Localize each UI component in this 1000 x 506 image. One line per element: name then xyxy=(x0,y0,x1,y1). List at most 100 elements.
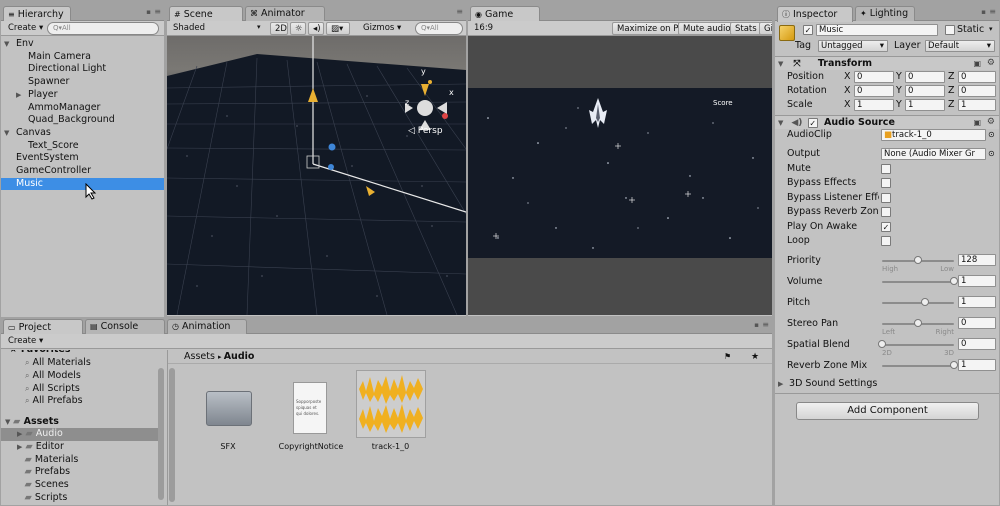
add-component-button[interactable]: Add Component xyxy=(796,402,979,420)
hierarchy-item[interactable]: Main Camera xyxy=(1,51,164,64)
project-folder-item[interactable]: ▰ Prefabs xyxy=(1,466,158,479)
active-checkbox[interactable]: ✓ xyxy=(803,25,813,35)
project-folder-item[interactable]: ▰ Materials xyxy=(1,454,158,467)
slider-value-field[interactable]: 128 xyxy=(958,254,996,266)
scene-viewport[interactable]: y x z ◁ Persp xyxy=(167,36,466,315)
tag-dropdown[interactable]: Untagged ▾ xyxy=(818,40,888,52)
tab-hierarchy[interactable]: ≡ Hierarchy xyxy=(3,6,71,22)
y-field[interactable]: 1 xyxy=(905,99,945,112)
aspect-dropdown[interactable]: 16:9 xyxy=(470,22,522,35)
collapsed-arrow-icon[interactable] xyxy=(17,481,21,489)
slider-value-field[interactable]: 1 xyxy=(958,275,996,287)
3d-sound-settings-row[interactable]: ▶ 3D Sound Settings xyxy=(775,377,999,391)
hierarchy-item[interactable]: Directional Light xyxy=(1,63,164,76)
favorite-item[interactable]: ⌕ All Scripts xyxy=(25,382,80,395)
collapsed-arrow-icon[interactable] xyxy=(17,494,21,502)
x-field[interactable]: 0 xyxy=(854,85,894,98)
favorite-item[interactable]: ⌕ All Materials xyxy=(25,356,91,369)
z-field[interactable]: 0 xyxy=(958,71,996,83)
game-viewport[interactable]: Score xyxy=(468,36,772,315)
panel-menu-icon[interactable]: ≡ xyxy=(154,7,161,16)
favorites-header[interactable]: ★ Favorites xyxy=(9,350,70,355)
toggle-checkbox[interactable]: ✓ xyxy=(881,221,891,232)
toggle-checkbox[interactable] xyxy=(881,207,891,218)
help-icon[interactable]: ▣ xyxy=(973,57,981,70)
effects-dropdown[interactable]: ▨▾ xyxy=(326,22,350,35)
y-field[interactable]: 0 xyxy=(905,71,945,83)
shading-dropdown[interactable]: Shaded xyxy=(169,22,264,35)
hierarchy-item[interactable]: Music xyxy=(1,177,164,191)
project-folder-item[interactable]: ▶ ▰ Editor xyxy=(1,441,158,454)
toggle-checkbox[interactable] xyxy=(881,192,891,203)
audio-source-header[interactable]: ▼ ◀) ✓ Audio Source ▣ ⚙ xyxy=(775,115,999,129)
slider-value-field[interactable]: 0 xyxy=(958,317,996,329)
y-field[interactable]: 0 xyxy=(905,85,945,98)
persp-label[interactable]: ◁ Persp xyxy=(408,126,443,136)
slider-knob[interactable] xyxy=(914,256,922,264)
hierarchy-item[interactable]: AmmoManager xyxy=(1,102,164,115)
toggle-checkbox[interactable] xyxy=(881,178,891,189)
stats-button[interactable]: Stats xyxy=(730,22,762,35)
z-field[interactable]: 1 xyxy=(958,99,996,112)
lock-icon[interactable]: ▪ xyxy=(754,321,759,329)
slider-knob[interactable] xyxy=(914,319,922,327)
tab-animator[interactable]: ⌘ Animator xyxy=(245,6,325,21)
hierarchy-item[interactable]: GameController xyxy=(1,165,164,178)
project-folder-item[interactable]: ▶ ▰ Audio xyxy=(1,428,158,441)
hierarchy-item[interactable]: Text_Score xyxy=(1,140,164,153)
settings-gear-icon[interactable]: ⚙ xyxy=(987,57,995,70)
breadcrumb-assets[interactable]: Assets xyxy=(184,351,215,362)
lock-icon[interactable]: ▪ xyxy=(146,8,151,16)
output-field[interactable]: None (Audio Mixer Gr xyxy=(881,148,986,160)
asset-item[interactable]: Sopporposte spiquas et qui dolores. Copy… xyxy=(268,380,354,455)
hierarchy-item[interactable]: ▶ Player xyxy=(1,89,164,102)
panel-menu-icon[interactable]: ≡ xyxy=(762,320,769,329)
gizmos-dropdown[interactable]: Gizmos ▾ xyxy=(359,22,409,35)
favorite-star-icon[interactable]: ★ xyxy=(751,350,759,364)
breadcrumb-audio[interactable]: Audio xyxy=(224,351,255,362)
slider-knob[interactable] xyxy=(950,361,958,369)
assets-header[interactable]: ▼ ▰ Assets xyxy=(5,415,59,428)
audio-source-enabled-checkbox[interactable]: ✓ xyxy=(807,118,818,128)
project-create-button[interactable]: Create ▾ xyxy=(4,335,44,348)
object-picker-icon[interactable]: ⊙ xyxy=(988,128,995,142)
hierarchy-item[interactable]: ▼ Env xyxy=(1,38,164,51)
mute-audio-button[interactable]: Mute audio xyxy=(678,22,736,35)
favorite-item[interactable]: ⌕ All Prefabs xyxy=(25,394,83,407)
label-filter-icon[interactable]: ⚑ xyxy=(724,350,731,364)
slider-value-field[interactable]: 1 xyxy=(958,296,996,308)
static-dropdown-icon[interactable]: ▾ xyxy=(989,25,993,33)
static-checkbox[interactable] xyxy=(945,25,955,35)
x-field[interactable]: 0 xyxy=(854,71,894,83)
tab-animation[interactable]: ◷ Animation xyxy=(167,319,247,334)
x-field[interactable]: 1 xyxy=(854,99,894,112)
expand-arrow-icon[interactable]: ▼ xyxy=(4,127,12,140)
project-folder-item[interactable]: ▰ Scripts xyxy=(1,492,158,505)
hierarchy-item[interactable]: Quad_Background xyxy=(1,114,164,127)
toggle-checkbox[interactable] xyxy=(881,164,891,174)
asset-item[interactable]: track-1_0 xyxy=(353,370,428,455)
hierarchy-item[interactable]: Spawner xyxy=(1,76,164,89)
toggle-checkbox[interactable] xyxy=(881,236,891,246)
collapsed-arrow-icon[interactable] xyxy=(17,468,21,476)
asset-item[interactable]: SFX xyxy=(198,380,258,455)
collapsed-arrow-icon[interactable]: ▶ xyxy=(16,89,24,102)
hierarchy-create-button[interactable]: Create ▾ xyxy=(4,22,43,35)
slider-track[interactable] xyxy=(882,302,954,304)
expand-arrow-icon[interactable]: ▼ xyxy=(4,38,12,51)
project-folder-item[interactable]: ▰ Scenes xyxy=(1,479,158,492)
slider-value-field[interactable]: 0 xyxy=(958,338,996,350)
z-field[interactable]: 0 xyxy=(958,85,996,98)
hierarchy-search-input[interactable]: Q▾All xyxy=(47,22,159,35)
slider-track[interactable] xyxy=(882,365,954,367)
slider-knob[interactable] xyxy=(921,298,930,306)
gizmos-button[interactable]: Gi xyxy=(759,22,772,35)
tab-project[interactable]: ▭ Project xyxy=(3,319,83,335)
tab-console[interactable]: ▤ Console xyxy=(85,319,165,334)
tree-scrollbar[interactable] xyxy=(158,368,164,500)
transform-header[interactable]: ▼ ⤧ Transform ▣ ⚙ xyxy=(775,56,999,70)
collapsed-arrow-icon[interactable]: ▶ xyxy=(17,430,22,438)
lock-icon[interactable]: ▪ xyxy=(981,8,986,16)
slider-value-field[interactable]: 1 xyxy=(958,359,996,371)
slider-track[interactable] xyxy=(882,344,954,346)
